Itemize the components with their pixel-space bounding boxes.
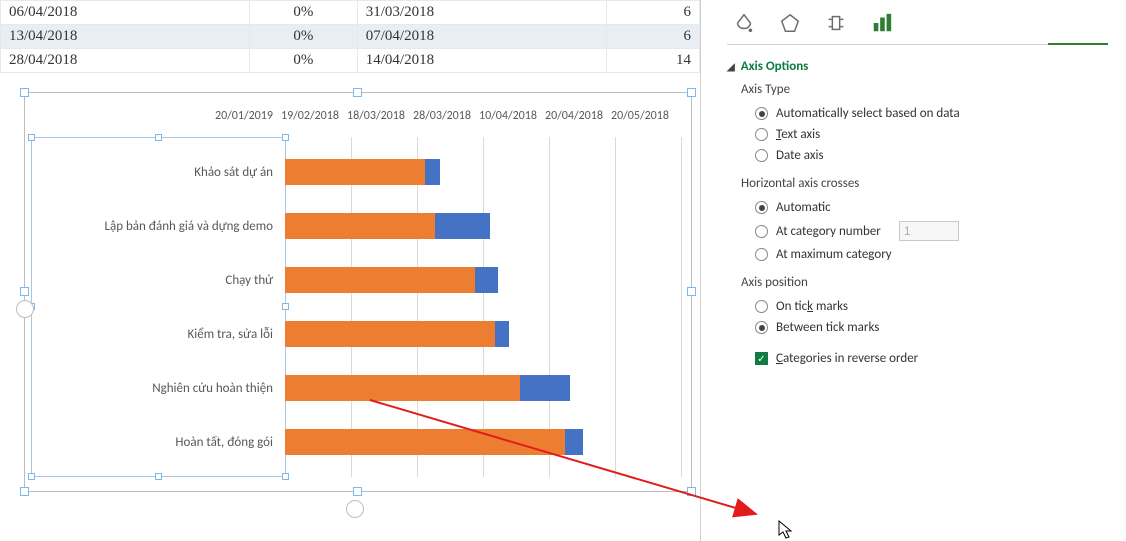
- radio-axis-type-date[interactable]: Date axis: [741, 145, 1108, 166]
- resize-handle[interactable]: [20, 88, 29, 97]
- data-table[interactable]: 06/04/2018 0% 31/03/2018 6 13/04/2018 0%…: [0, 0, 700, 73]
- format-axis-pane: ◢ Axis Options Axis Type Automatically s…: [700, 0, 1126, 541]
- at-category-number-input[interactable]: [899, 221, 959, 241]
- resize-handle[interactable]: [20, 487, 29, 496]
- cell[interactable]: 28/04/2018: [1, 49, 250, 73]
- axis-options-section-header[interactable]: ◢ Axis Options: [727, 59, 1108, 74]
- selection-circle: [346, 500, 364, 518]
- category-label[interactable]: Nghiên cứu hoàn thiện: [35, 381, 285, 396]
- resize-handle[interactable]: [20, 287, 29, 296]
- radio-axis-type-text[interactable]: Text axis: [741, 124, 1108, 145]
- radio-icon: [755, 107, 768, 120]
- cell[interactable]: 31/03/2018: [357, 1, 606, 25]
- table-row: 13/04/2018 0% 07/04/2018 6: [1, 25, 700, 49]
- cell[interactable]: 6: [606, 1, 699, 25]
- selection-circle: [16, 300, 34, 318]
- radio-icon: [755, 225, 768, 238]
- radio-icon: [755, 149, 768, 162]
- cell[interactable]: 07/04/2018: [357, 25, 606, 49]
- checkbox-icon: [755, 352, 768, 365]
- radio-hcross-at-category[interactable]: At category number: [741, 218, 1108, 244]
- table-row: 28/04/2018 0% 14/04/2018 14: [1, 49, 700, 73]
- category-label[interactable]: Kiểm tra, sửa lỗi: [35, 327, 285, 342]
- radio-icon: [755, 300, 768, 313]
- fill-line-icon[interactable]: [733, 12, 755, 34]
- cursor-icon: [778, 520, 796, 540]
- radio-hcross-auto[interactable]: Automatic: [741, 197, 1108, 218]
- axis-options-icon[interactable]: [871, 12, 893, 34]
- category-label[interactable]: Chạy thử: [35, 273, 285, 288]
- cell[interactable]: 06/04/2018: [1, 1, 250, 25]
- resize-handle[interactable]: [687, 88, 696, 97]
- cell[interactable]: 14: [606, 49, 699, 73]
- resize-handle[interactable]: [353, 88, 362, 97]
- resize-handle[interactable]: [353, 487, 362, 496]
- radio-icon: [755, 248, 768, 261]
- axis-type-label: Axis Type: [741, 82, 1108, 97]
- category-label[interactable]: Hoàn tất, đóng gói: [35, 435, 285, 450]
- size-properties-icon[interactable]: [825, 12, 847, 34]
- worksheet-area: 06/04/2018 0% 31/03/2018 6 13/04/2018 0%…: [0, 0, 700, 541]
- embedded-chart[interactable]: 20/01/201919/02/201818/03/201828/03/2018…: [24, 92, 692, 492]
- radio-icon: [755, 201, 768, 214]
- collapse-triangle-icon: ◢: [727, 60, 735, 73]
- radio-icon: [755, 321, 768, 334]
- axis-position-label: Axis position: [741, 275, 1108, 290]
- radio-axispos-on-tick[interactable]: On tick marks: [741, 296, 1108, 317]
- cell[interactable]: 6: [606, 25, 699, 49]
- cell[interactable]: 14/04/2018: [357, 49, 606, 73]
- pane-tabs: [727, 12, 1108, 34]
- radio-hcross-at-max[interactable]: At maximum category: [741, 244, 1108, 265]
- radio-icon: [755, 128, 768, 141]
- radio-axispos-between-tick[interactable]: Between tick marks: [741, 317, 1108, 338]
- cell[interactable]: 0%: [249, 49, 357, 73]
- resize-handle[interactable]: [687, 487, 696, 496]
- category-label[interactable]: Lập bản đánh giá và dựng demo: [35, 219, 285, 234]
- h-cross-label: Horizontal axis crosses: [741, 176, 1108, 191]
- plot-area[interactable]: Khảo sát dự án Lập bản đánh giá và dựng …: [35, 145, 681, 473]
- radio-axis-type-auto[interactable]: Automatically select based on data: [741, 103, 1108, 124]
- checkbox-categories-reverse[interactable]: Categories in reverse order: [727, 348, 1108, 369]
- effects-icon[interactable]: [779, 12, 801, 34]
- cell[interactable]: 0%: [249, 25, 357, 49]
- resize-handle[interactable]: [687, 287, 696, 296]
- category-label[interactable]: Khảo sát dự án: [35, 165, 285, 180]
- cell[interactable]: 0%: [249, 1, 357, 25]
- x-axis-labels[interactable]: 20/01/201919/02/201818/03/201828/03/2018…: [215, 109, 681, 123]
- cell[interactable]: 13/04/2018: [1, 25, 250, 49]
- table-row: 06/04/2018 0% 31/03/2018 6: [1, 1, 700, 25]
